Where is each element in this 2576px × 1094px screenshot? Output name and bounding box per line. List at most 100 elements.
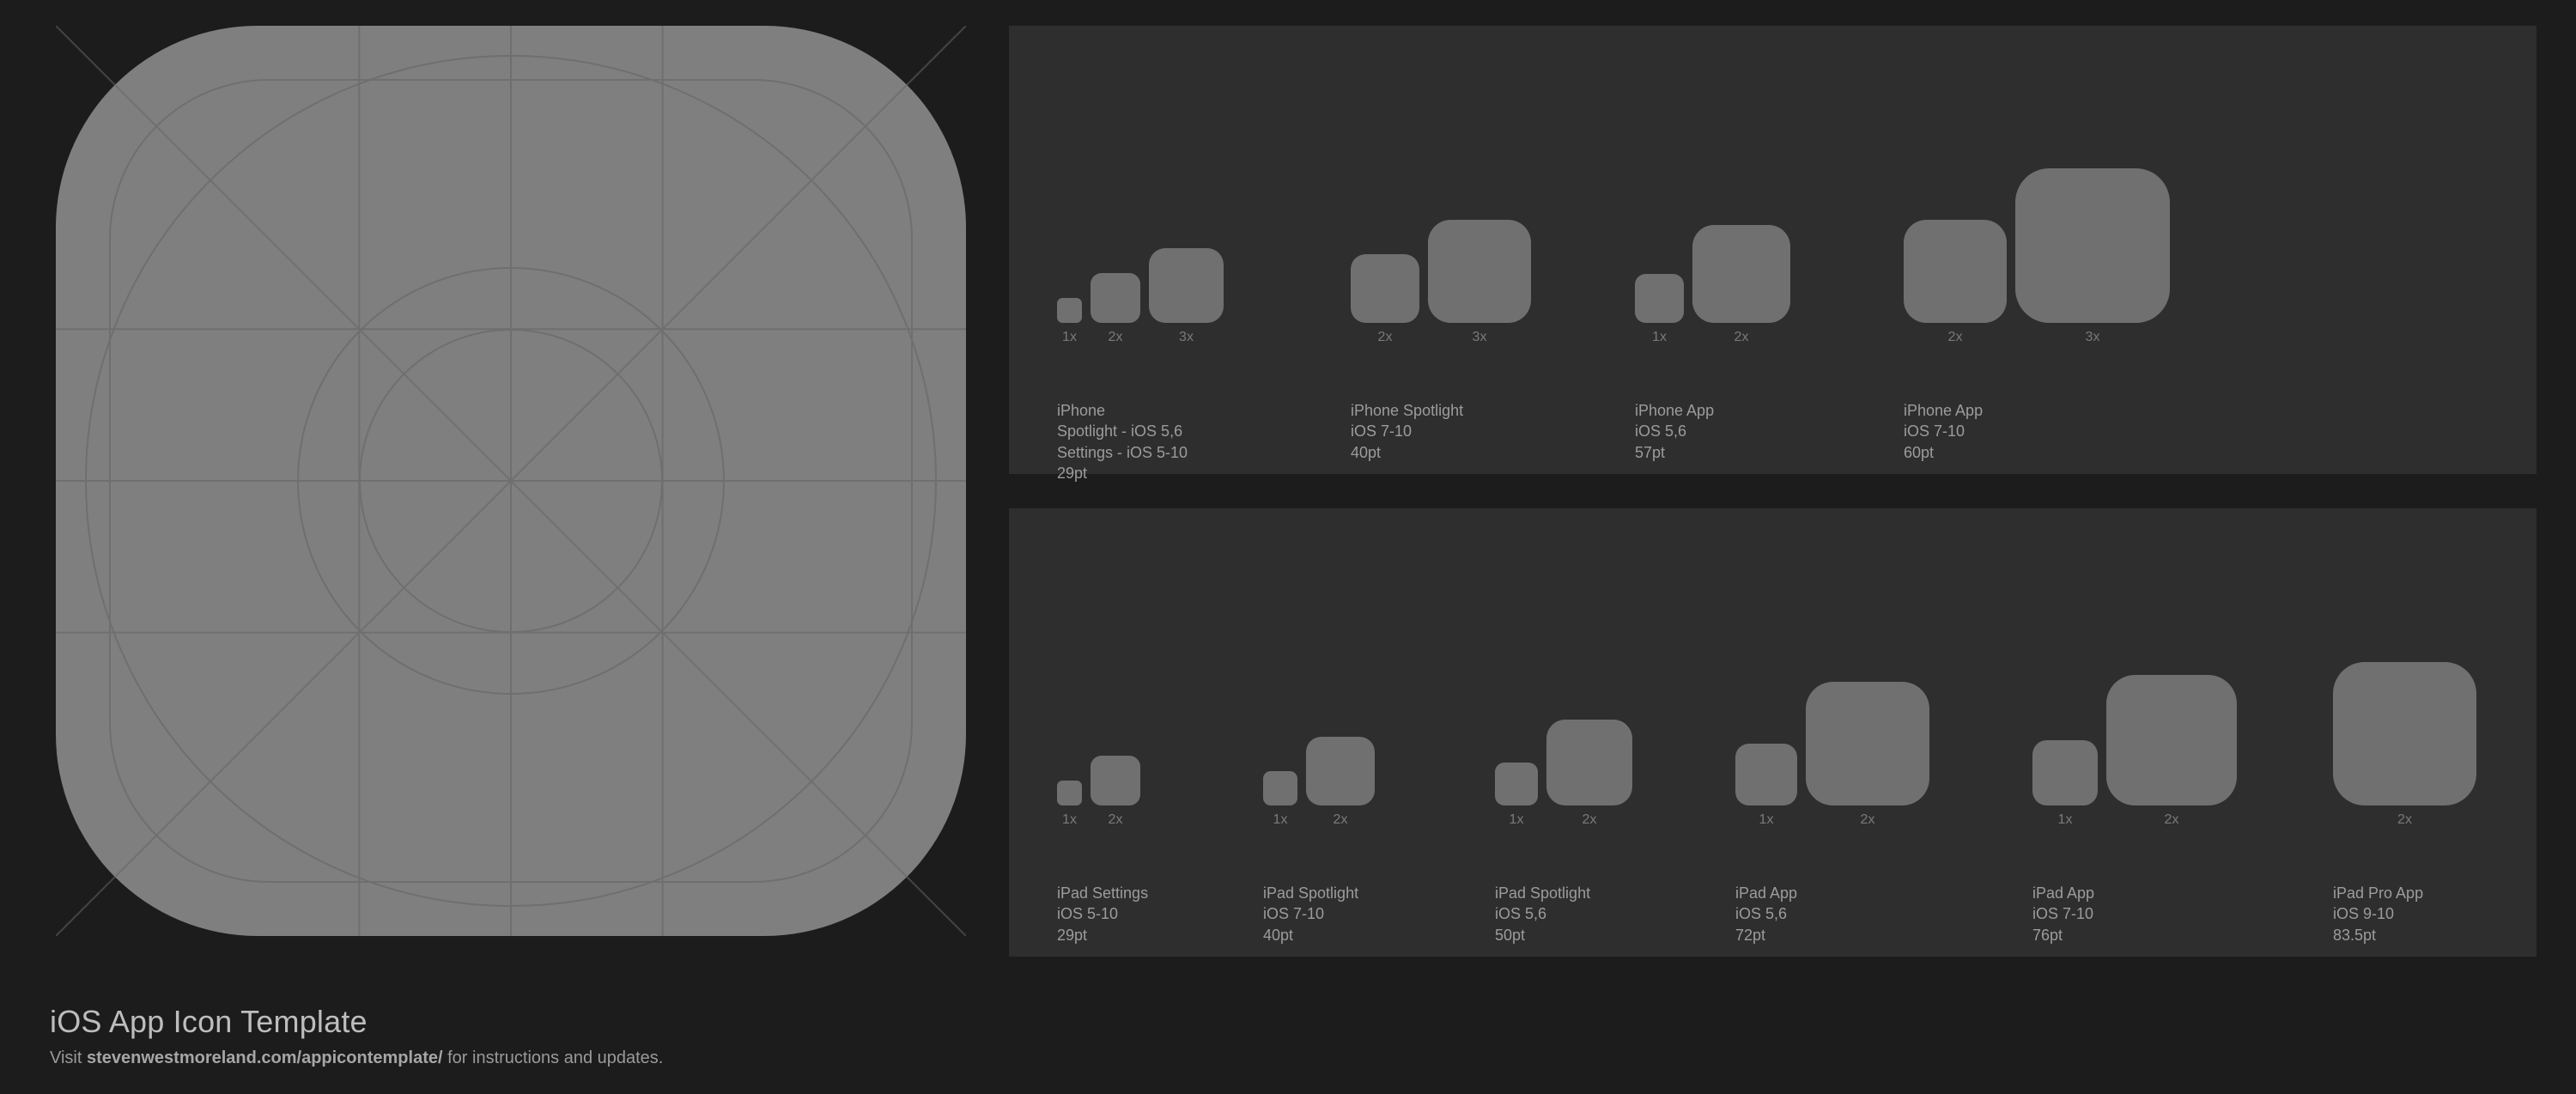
- swatch-scale-label: 2x: [1948, 330, 1963, 345]
- swatch: 3x: [2015, 168, 2170, 345]
- group-description-line: 83.5pt: [2333, 925, 2423, 945]
- swatch-scale-label: 2x: [1109, 330, 1123, 345]
- swatch-scale-label: 2x: [2397, 812, 2412, 828]
- template-subtitle: Visit stevenwestmoreland.com/appicontemp…: [50, 1048, 663, 1068]
- group-description-line: iOS 7-10: [1351, 421, 1463, 441]
- swatch-box: [1149, 248, 1224, 323]
- swatch-scale-label: 2x: [1583, 812, 1597, 828]
- size-group: 2x3xiPhone SpotlightiOS 7-1040pt: [1351, 220, 1531, 345]
- swatch-scale-label: 1x: [1652, 330, 1667, 345]
- swatch-box: [1904, 220, 2007, 323]
- group-description-line: iOS 7-10: [2032, 903, 2094, 924]
- group-description-line: 40pt: [1351, 442, 1463, 463]
- swatch-box: [1263, 771, 1297, 805]
- group-description-line: 29pt: [1057, 925, 1148, 945]
- swatch-row: 1x2x: [1635, 225, 1790, 345]
- group-description-line: Settings - iOS 5-10: [1057, 442, 1188, 463]
- swatch-scale-label: 1x: [1273, 812, 1288, 828]
- swatch-row: 1x 2x: [1735, 682, 1929, 828]
- swatch-box: [1692, 225, 1790, 323]
- swatch: 1x: [1495, 763, 1538, 828]
- swatch-scale-label: 1x: [1062, 330, 1077, 345]
- swatch-box: [2032, 740, 2098, 805]
- group-description-line: iPhone App: [1904, 400, 1983, 421]
- swatch: 2x: [2333, 662, 2476, 828]
- swatch-box: [1306, 737, 1375, 805]
- iphone-panel: 1x2x3xiPhoneSpotlight - iOS 5,6Settings …: [1009, 26, 2537, 474]
- size-group: 1x2xiPad SettingsiOS 5-1029pt: [1057, 756, 1140, 828]
- size-group: 1x2xiPad AppiOS 5,672pt: [1735, 682, 1929, 828]
- group-description-line: 72pt: [1735, 925, 1797, 945]
- group-description: iPad AppiOS 7-1076pt: [2032, 883, 2094, 945]
- group-description-line: iOS 7-10: [1904, 421, 1983, 441]
- group-description-line: iPhone Spotlight: [1351, 400, 1463, 421]
- master-icon: [56, 26, 966, 936]
- swatch: 3x: [1149, 248, 1224, 345]
- swatch-scale-label: 1x: [1759, 812, 1774, 828]
- swatch-row: 2x 3x: [1904, 168, 2170, 345]
- swatch-box: [2106, 675, 2237, 805]
- swatch-scale-label: 2x: [1861, 812, 1875, 828]
- swatch-box: [2333, 662, 2476, 805]
- swatch-scale-label: 2x: [1334, 812, 1348, 828]
- swatch: 2x: [1806, 682, 1929, 828]
- swatch-box: [1735, 744, 1797, 805]
- swatch: 2x: [1091, 756, 1140, 828]
- swatch: 2x: [1091, 273, 1140, 345]
- swatch: 1x: [1057, 781, 1082, 828]
- sub-prefix: Visit: [50, 1048, 87, 1067]
- group-description-line: iOS 5-10: [1057, 903, 1148, 924]
- swatch-row: 2x: [2333, 662, 2476, 828]
- swatch-row: 1x 2x 3x: [1057, 248, 1224, 345]
- swatch-row: 1x 2x: [2032, 675, 2237, 828]
- swatch-scale-label: 2x: [1109, 812, 1123, 828]
- swatch-row: 1x 2x: [1057, 756, 1140, 828]
- swatch-box: [1546, 720, 1632, 805]
- swatch: 3x: [1428, 220, 1531, 345]
- group-description-line: 60pt: [1904, 442, 1983, 463]
- size-group: 1x2x3xiPhoneSpotlight - iOS 5,6Settings …: [1057, 248, 1224, 345]
- group-description-line: 50pt: [1495, 925, 1590, 945]
- grid-overlay-icon: [56, 26, 966, 936]
- swatch-box: [1635, 274, 1684, 323]
- swatch: 2x: [2106, 675, 2237, 828]
- swatch-scale-label: 3x: [1179, 330, 1194, 345]
- swatch-scale-label: 1x: [1062, 812, 1077, 828]
- footer: iOS App Icon Template Visit stevenwestmo…: [50, 1004, 663, 1068]
- swatch-box: [1351, 254, 1419, 323]
- swatch-box: [1495, 763, 1538, 805]
- swatch-scale-label: 1x: [2058, 812, 2073, 828]
- group-description-line: iPad App: [2032, 883, 2094, 903]
- group-description-line: iOS 9-10: [2333, 903, 2423, 924]
- group-description-line: iOS 5,6: [1495, 903, 1590, 924]
- group-description-line: Spotlight - iOS 5,6: [1057, 421, 1188, 441]
- swatch: 1x: [2032, 740, 2098, 828]
- swatch-box: [1806, 682, 1929, 805]
- group-description: iPad SettingsiOS 5-1029pt: [1057, 883, 1148, 945]
- sub-suffix: for instructions and updates.: [443, 1048, 664, 1067]
- group-description: iPhone AppiOS 7-1060pt: [1904, 400, 1983, 463]
- group-description-line: iPhone: [1057, 400, 1188, 421]
- size-group: 1x2xiPad AppiOS 7-1076pt: [2032, 675, 2237, 828]
- group-description-line: iPad App: [1735, 883, 1797, 903]
- group-description-line: iPad Settings: [1057, 883, 1148, 903]
- swatch-scale-label: 2x: [1378, 330, 1393, 345]
- group-description-line: iPad Pro App: [2333, 883, 2423, 903]
- swatch: 1x: [1735, 744, 1797, 828]
- group-description: iPad SpotlightiOS 5,650pt: [1495, 883, 1590, 945]
- size-group: 2xiPad Pro AppiOS 9-1083.5pt: [2333, 662, 2476, 828]
- swatch: 2x: [1306, 737, 1375, 828]
- swatch: 1x: [1263, 771, 1297, 828]
- size-group: 1x2xiPad SpotlightiOS 5,650pt: [1495, 720, 1632, 828]
- group-description-line: 57pt: [1635, 442, 1714, 463]
- group-description-line: iOS 5,6: [1735, 903, 1797, 924]
- swatch-box: [1428, 220, 1531, 323]
- ipad-panel: 1x 2x iPad SettingsiOS 5-1029pt 1x 2x iPad Sp…: [1009, 508, 2537, 957]
- size-group: 1x2xiPhone AppiOS 5,657pt: [1635, 225, 1790, 345]
- group-description: iPhone SpotlightiOS 7-1040pt: [1351, 400, 1463, 463]
- swatch-scale-label: 3x: [1473, 330, 1487, 345]
- group-description-line: iPhone App: [1635, 400, 1714, 421]
- group-description: iPhoneSpotlight - iOS 5,6Settings - iOS …: [1057, 400, 1188, 483]
- swatch-row: 1x 2x: [1495, 720, 1632, 828]
- swatch: 2x: [1351, 254, 1419, 345]
